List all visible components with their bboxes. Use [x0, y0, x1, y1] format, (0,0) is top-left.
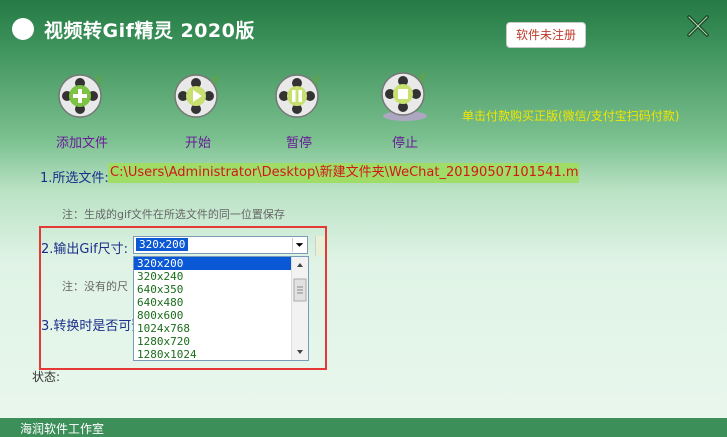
add-file-button[interactable]: 添加文件: [42, 70, 122, 151]
status-label: 状态:: [32, 370, 61, 384]
film-reel-pause-icon: [275, 74, 319, 118]
status-bar-text: 海润软件工作室: [20, 422, 105, 436]
film-reel-play-icon: [174, 74, 218, 118]
title-bar: 视频转Gif精灵 2020版 软件未注册: [0, 0, 727, 60]
file-note: 注：生成的gif文件在所选文件的同一位置保存: [62, 208, 285, 221]
highlight-frame: [39, 226, 327, 370]
pause-label: 暂停: [285, 136, 312, 151]
app-window: 视频转Gif精灵 2020版 软件未注册 添加文件 开始 暂停 停止 单击付款购…: [0, 0, 727, 437]
stop-button[interactable]: 停止: [365, 70, 445, 151]
add-file-label: 添加文件: [55, 136, 108, 151]
pause-button[interactable]: 暂停: [259, 70, 339, 151]
start-button[interactable]: 开始: [158, 70, 238, 151]
stop-label: 停止: [391, 136, 418, 151]
register-button[interactable]: 软件未注册: [506, 22, 586, 48]
film-reel-stop-icon: [381, 72, 427, 121]
app-title: 视频转Gif精灵 2020版: [44, 20, 255, 42]
selected-file-path[interactable]: C:\Users\Administrator\Desktop\新建文件夹\WeC…: [108, 163, 579, 183]
purchase-link[interactable]: 单击付款购买正版(微信/支付宝扫码付款): [462, 107, 679, 124]
status-bar: 海润软件工作室: [0, 418, 727, 437]
film-reel-add-icon: [58, 74, 102, 118]
app-logo-icon: [12, 18, 34, 40]
close-icon[interactable]: [684, 12, 712, 40]
file-label: 1.所选文件:: [40, 171, 109, 186]
start-label: 开始: [184, 136, 211, 151]
